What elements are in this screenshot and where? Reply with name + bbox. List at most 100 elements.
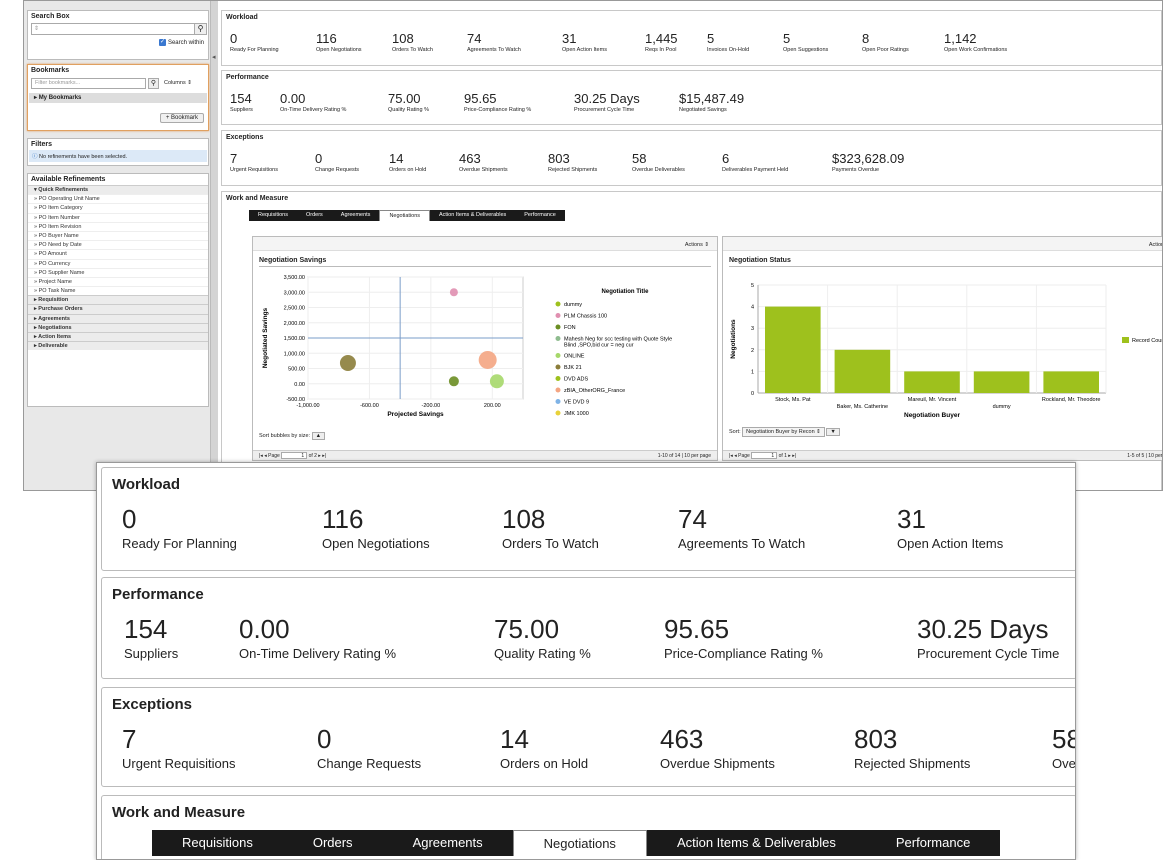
zoom-workload-metric[interactable]: 0 Ready For Planning <box>122 506 237 551</box>
refinement-item[interactable]: » PO Item Revision <box>28 221 208 231</box>
search-input[interactable]: ⇕ <box>31 23 195 35</box>
zoom-workload-metric[interactable]: 74 Agreements To Watch <box>678 506 805 551</box>
refinement-item[interactable]: » PO Need by Date <box>28 240 208 249</box>
page-input[interactable]: 1 <box>281 452 308 460</box>
tab-requisitions[interactable]: Requisitions <box>249 210 297 221</box>
tab-agreements[interactable]: Agreements <box>383 830 513 856</box>
refinement-item[interactable]: » PO Amount <box>28 249 208 258</box>
exceptions-metric[interactable]: 14 Orders on Hold <box>389 152 426 173</box>
workload-metric[interactable]: 74 Agreements To Watch <box>467 32 521 53</box>
y-tick-label: 0 <box>751 391 754 397</box>
bubble-point[interactable] <box>339 355 356 372</box>
tab-performance[interactable]: Performance <box>866 830 1000 856</box>
zoom-performance-metric[interactable]: 154 Suppliers <box>124 616 178 661</box>
refinement-item[interactable]: » PO Operating Unit Name <box>28 194 208 203</box>
workload-metric[interactable]: 116 Open Negotiations <box>316 32 362 53</box>
workload-metric[interactable]: 1,445 Reqs In Pool <box>645 32 678 53</box>
workload-metric[interactable]: 0 Ready For Planning <box>230 32 279 53</box>
exceptions-metric[interactable]: $323,628.09 Payments Overdue <box>832 152 904 173</box>
page-input[interactable]: 1 <box>751 452 778 460</box>
zoom-exceptions-metric[interactable]: 7 Urgent Requisitions <box>122 726 235 771</box>
refinement-item[interactable]: » PO Currency <box>28 258 208 268</box>
actions-menu[interactable]: Actions ⇕ <box>253 237 717 251</box>
zoom-exceptions-metric[interactable]: 58 Overdue Deliverables <box>1052 726 1075 771</box>
search-within-option[interactable]: ✓ Search within <box>158 39 204 46</box>
sort-select[interactable]: Negotiation Buyer by Recon ⇕ <box>742 427 825 437</box>
performance-metric[interactable]: 75.00 Quality Rating % <box>388 92 429 113</box>
checkbox-icon[interactable]: ✓ <box>158 39 166 46</box>
bar[interactable] <box>1043 371 1099 393</box>
workload-metric[interactable]: 5 Invoices On-Hold <box>707 32 749 53</box>
refinement-group[interactable]: ▸ Requisition <box>28 295 208 305</box>
performance-metric[interactable]: 30.25 Days Procurement Cycle Time <box>574 92 640 113</box>
tab-negotiations[interactable]: Negotiations <box>512 830 647 856</box>
my-bookmarks-header[interactable]: ▸ My Bookmarks <box>29 93 207 103</box>
collapse-icon[interactable]: ◂ <box>212 53 216 61</box>
refinement-group[interactable]: ▸ Action Items <box>28 332 208 342</box>
quick-refinements-header[interactable]: ▾ Quick Refinements <box>28 185 208 195</box>
workload-metric[interactable]: 31 Open Action Items <box>562 32 607 53</box>
exceptions-metric[interactable]: 58 Overdue Deliverables <box>632 152 685 173</box>
add-bookmark-button[interactable]: + Bookmark <box>159 113 204 123</box>
sort-down-icon[interactable]: ▼ <box>826 428 840 436</box>
refinement-item[interactable]: » PO Supplier Name <box>28 267 208 277</box>
bar[interactable] <box>904 371 960 393</box>
zoom-performance-metric[interactable]: 30.25 Days Procurement Cycle Time <box>917 616 1059 661</box>
performance-metric[interactable]: 154 Suppliers <box>230 92 253 113</box>
zoom-workload-metric[interactable]: 116 Open Negotiations <box>322 506 430 551</box>
actions-menu[interactable]: Actions ⇕ <box>723 237 1162 251</box>
bubble-point[interactable] <box>448 376 459 387</box>
refinement-group[interactable]: ▸ Deliverable <box>28 341 208 351</box>
tab-action-items-deliverables[interactable]: Action Items & Deliverables <box>647 830 866 856</box>
bar[interactable] <box>765 306 821 393</box>
performance-metric-label: Quality Rating % <box>388 107 429 113</box>
bubble-point[interactable] <box>449 288 458 297</box>
zoom-performance-metric[interactable]: 75.00 Quality Rating % <box>494 616 591 661</box>
tab-agreements[interactable]: Agreements <box>332 210 380 221</box>
bookmark-filter-input[interactable]: Filter bookmarks... <box>31 78 146 89</box>
refinement-item[interactable]: » PO Task Name <box>28 286 208 295</box>
tab-performance[interactable]: Performance <box>515 210 565 221</box>
refinement-item[interactable]: » PO Item Number <box>28 212 208 222</box>
sort-up-icon[interactable]: ▲ <box>311 432 326 440</box>
bubble-point[interactable] <box>489 374 504 389</box>
zoom-exceptions-metric[interactable]: 0 Change Requests <box>317 726 421 771</box>
refinement-item[interactable]: » PO Buyer Name <box>28 230 208 240</box>
workload-metric[interactable]: 1,142 Open Work Confirmations <box>944 32 1007 53</box>
zoom-exceptions-metric[interactable]: 463 Overdue Shipments <box>660 726 775 771</box>
refinement-group[interactable]: ▸ Agreements <box>28 313 208 323</box>
exceptions-metric[interactable]: 463 Overdue Shipments <box>459 152 508 173</box>
zoom-performance-metric[interactable]: 0.00 On-Time Delivery Rating % <box>239 616 396 661</box>
zoom-workload-metric[interactable]: 31 Open Action Items <box>897 506 1003 551</box>
refinement-item[interactable]: » Project Name <box>28 276 208 286</box>
bubble-point[interactable] <box>478 350 497 369</box>
columns-menu[interactable]: Columns ⇕ <box>164 80 192 86</box>
zoom-exceptions-metric[interactable]: 14 Orders on Hold <box>500 726 588 771</box>
exceptions-metric[interactable]: 6 Deliverables Payment Held <box>722 152 788 173</box>
tab-orders[interactable]: Orders <box>297 210 332 221</box>
sidebar-collapse-handle[interactable]: ◂ <box>210 1 218 490</box>
zoom-exceptions-metric[interactable]: 803 Rejected Shipments <box>854 726 970 771</box>
exceptions-metric[interactable]: 7 Urgent Requisitions <box>230 152 278 173</box>
refinement-item[interactable]: » PO Item Category <box>28 203 208 212</box>
workload-metric[interactable]: 5 Open Suggestions <box>783 32 828 53</box>
zoom-workload-metric[interactable]: 108 Orders To Watch <box>502 506 599 551</box>
tab-requisitions[interactable]: Requisitions <box>152 830 283 856</box>
performance-metric[interactable]: 95.65 Price-Compliance Rating % <box>464 92 531 113</box>
exceptions-metric[interactable]: 803 Rejected Shipments <box>548 152 597 173</box>
zoom-performance-metric[interactable]: 95.65 Price-Compliance Rating % <box>664 616 823 661</box>
tab-action-items-deliverables[interactable]: Action Items & Deliverables <box>430 210 515 221</box>
tab-negotiations[interactable]: Negotiations <box>379 210 431 221</box>
exceptions-metric[interactable]: 0 Change Requests <box>315 152 359 173</box>
refinement-group[interactable]: ▸ Purchase Orders <box>28 304 208 314</box>
search-icon[interactable]: ⚲ <box>194 23 207 35</box>
refinement-group[interactable]: ▸ Negotiations <box>28 322 208 332</box>
workload-metric[interactable]: 108 Orders To Watch <box>392 32 433 53</box>
workload-metric[interactable]: 8 Open Poor Ratings <box>862 32 909 53</box>
performance-metric[interactable]: 0.00 On-Time Delivery Rating % <box>280 92 346 113</box>
bar[interactable] <box>834 349 891 393</box>
tab-orders[interactable]: Orders <box>283 830 383 856</box>
bookmark-search-icon[interactable]: ⚲ <box>148 78 159 89</box>
bar[interactable] <box>973 371 1030 393</box>
performance-metric[interactable]: $15,487.49 Negotiated Savings <box>679 92 744 113</box>
